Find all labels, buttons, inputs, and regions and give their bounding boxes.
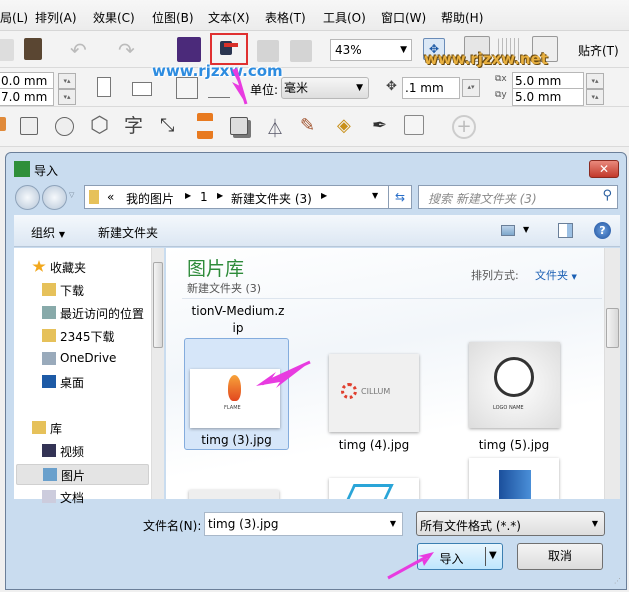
annotation-arrows [232,68,434,580]
arrow-annotation-thumbnail-shaft [261,360,311,386]
arrow-annotation-import-shaft [387,553,431,580]
